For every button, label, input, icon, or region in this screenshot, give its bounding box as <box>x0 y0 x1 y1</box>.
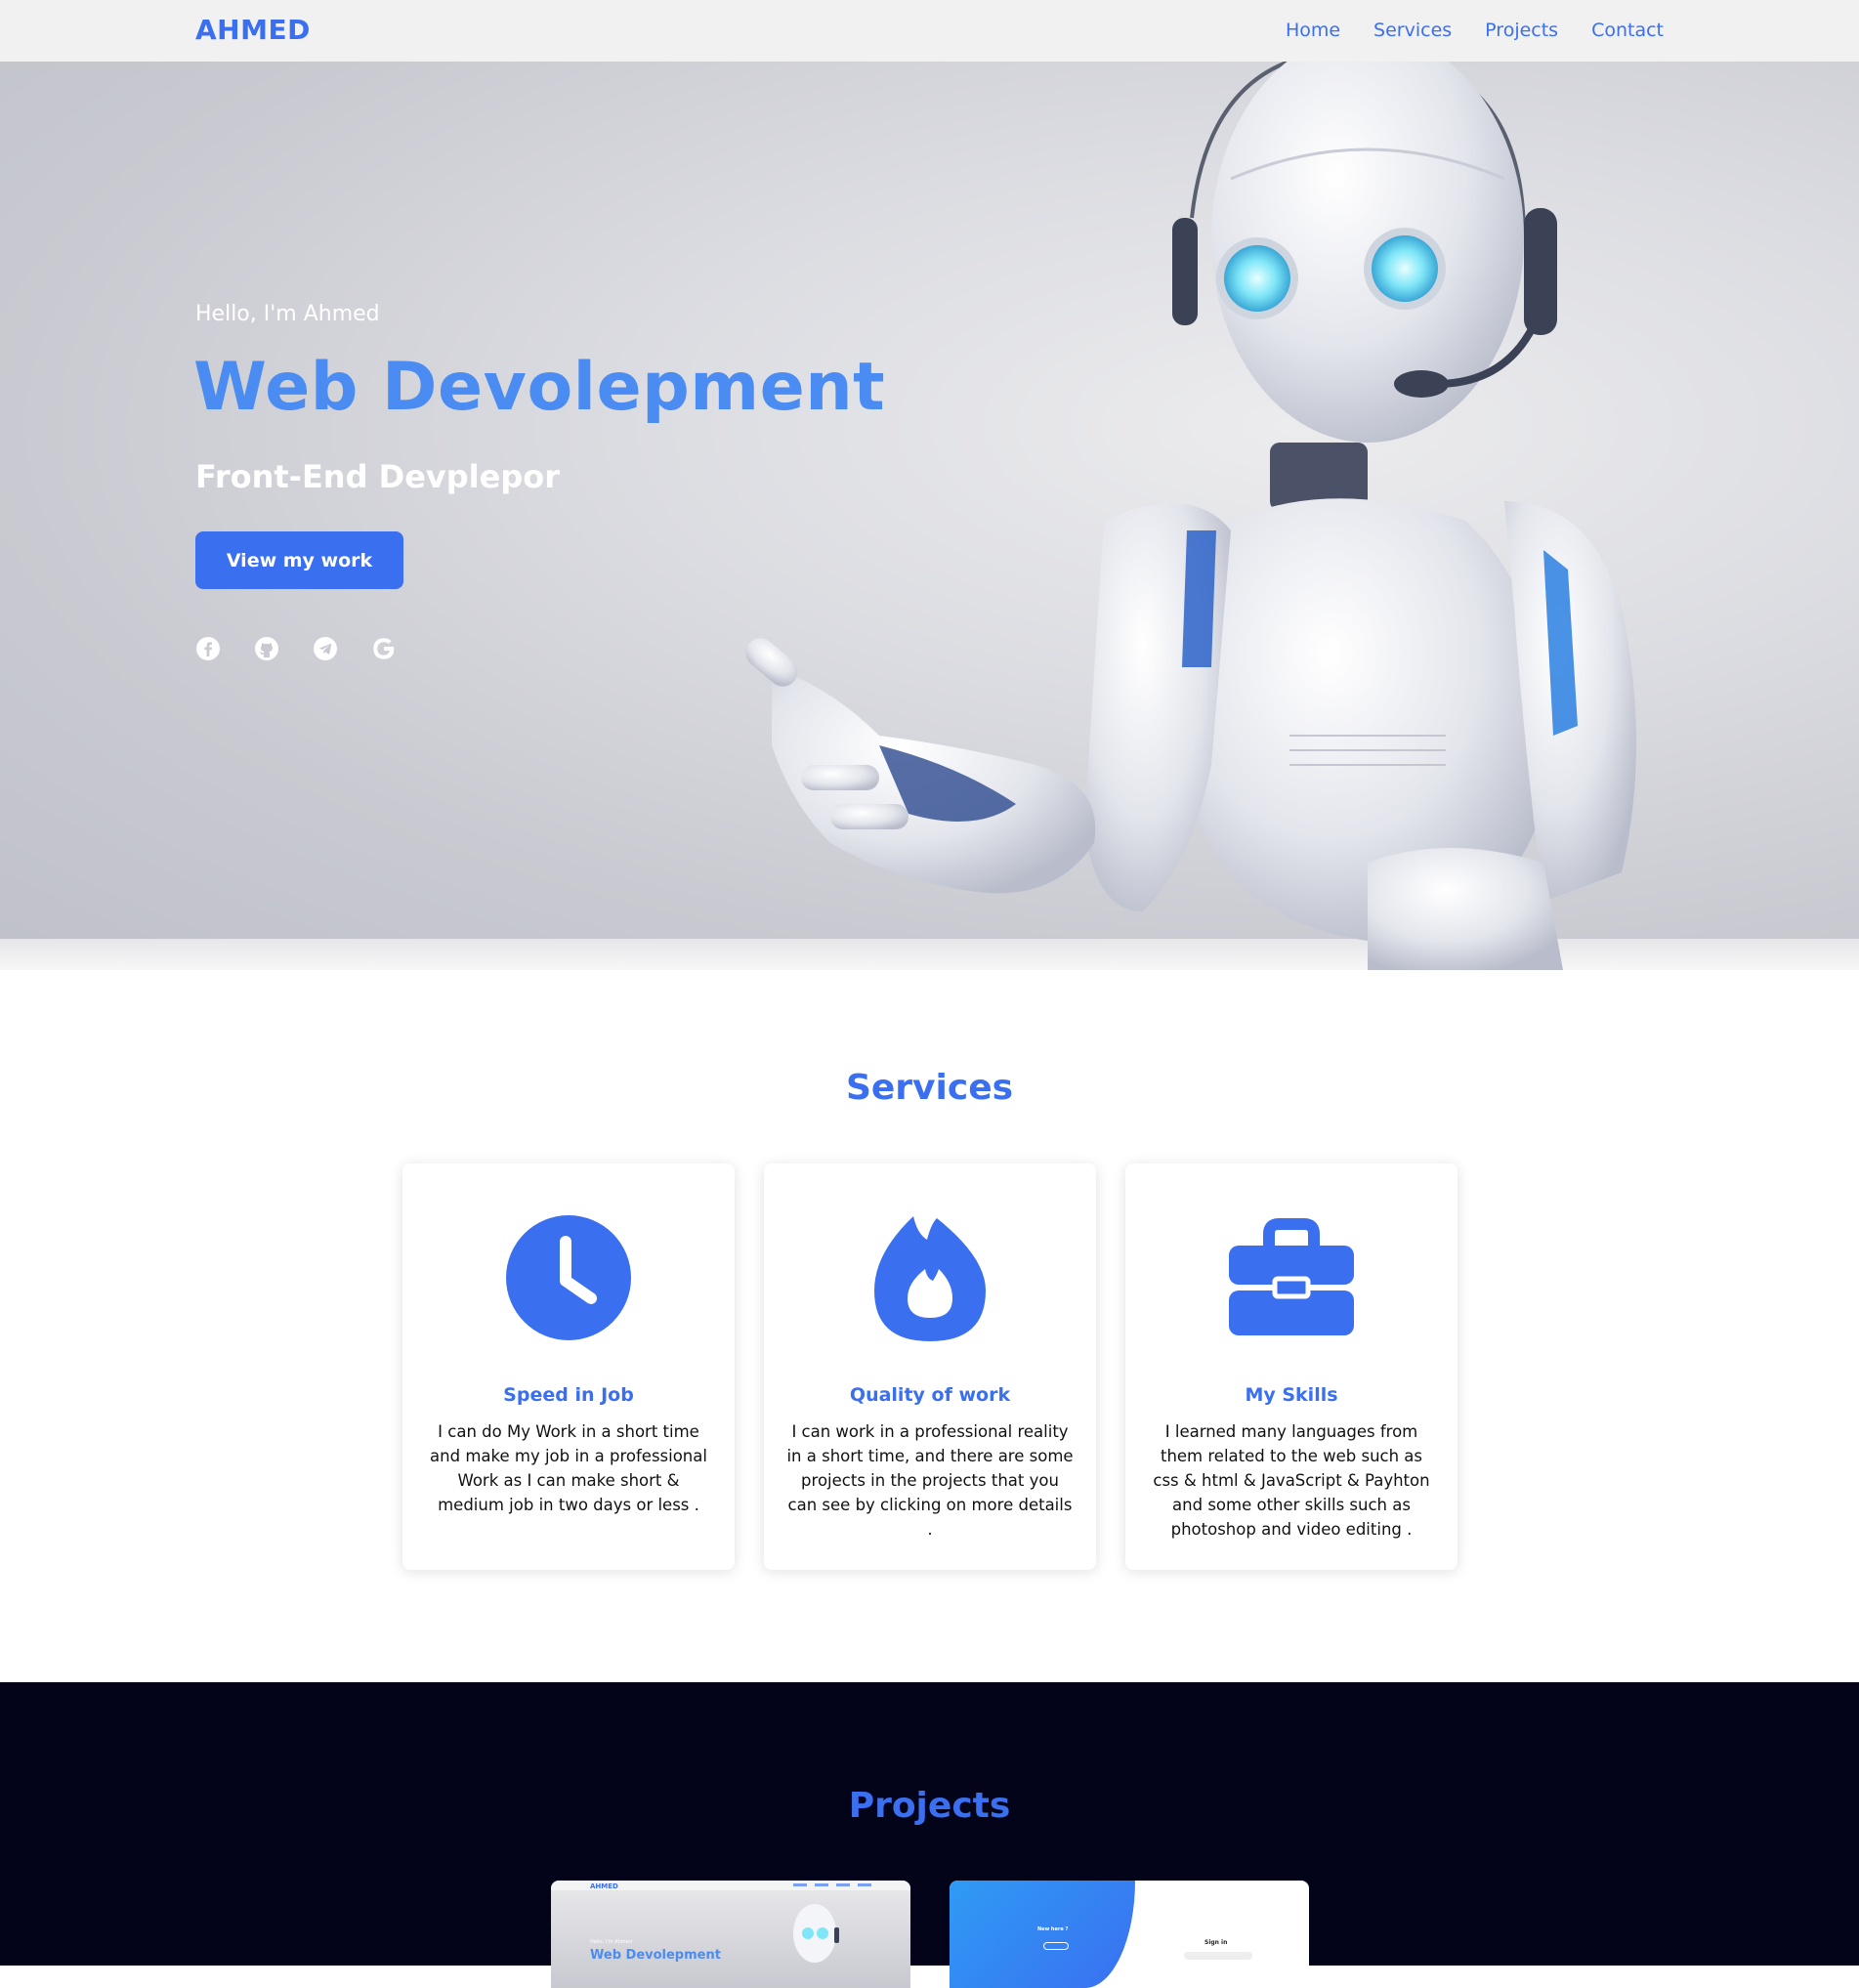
nav-link-projects[interactable]: Projects <box>1485 20 1558 41</box>
brand-logo[interactable]: AHMED <box>195 14 311 46</box>
hero-greeting: Hello, I'm Ahmed <box>195 302 380 326</box>
services-section: Services Speed in Job I can do My Work i… <box>0 970 1859 1682</box>
service-card-title: Quality of work <box>849 1384 1011 1406</box>
nav-link-home[interactable]: Home <box>1286 20 1340 41</box>
thumbnail-greeting: Hello, I'm Ahmed <box>590 1939 632 1945</box>
thumbnail-signup-button <box>1043 1942 1069 1950</box>
projects-title: Projects <box>848 1786 1011 1826</box>
navbar: AHMED Home Services Projects Contact <box>0 0 1859 62</box>
clock-icon <box>506 1215 631 1340</box>
telegram-icon[interactable] <box>313 636 338 661</box>
github-icon[interactable] <box>254 636 279 661</box>
service-cards: Speed in Job I can do My Work in a short… <box>402 1163 1458 1570</box>
social-links <box>195 636 397 661</box>
thumbnail-panel-title: New here ? <box>1037 1926 1069 1932</box>
service-card-title: Speed in Job <box>503 1384 634 1406</box>
service-card-text: I learned many languages from them relat… <box>1153 1422 1430 1539</box>
thumbnail-input-field <box>1184 1952 1252 1960</box>
google-icon[interactable] <box>371 636 397 661</box>
robot-illustration <box>745 62 1636 970</box>
service-card-skills: My Skills I learned many languages from … <box>1125 1163 1458 1570</box>
service-card-text: I can do My Work in a short time and mak… <box>430 1422 707 1514</box>
hero-section: Hello, I'm Ahmed Web Devolepment Front-E… <box>0 62 1859 970</box>
nav-links: Home Services Projects Contact <box>1286 20 1664 41</box>
thumbnail-nav-links <box>793 1883 871 1886</box>
project-thumbnail-signin[interactable]: New here ? Sign in <box>950 1881 1309 1988</box>
project-thumbnail-portfolio[interactable]: AHMED Hello, I'm Ahmed Web Devolepment <box>551 1881 910 1988</box>
facebook-icon[interactable] <box>195 636 221 661</box>
thumbnail-robot-image <box>793 1904 839 1963</box>
thumbnail-brand: AHMED <box>590 1882 618 1890</box>
nav-link-contact[interactable]: Contact <box>1591 20 1664 41</box>
service-card-text: I can work in a professional reality in … <box>786 1422 1074 1539</box>
services-title: Services <box>845 1068 1014 1108</box>
hero-subtitle: Front-End Devplepor <box>195 458 560 495</box>
briefcase-icon <box>1229 1218 1354 1335</box>
service-card-title: My Skills <box>1245 1384 1338 1406</box>
service-card-speed: Speed in Job I can do My Work in a short… <box>402 1163 735 1570</box>
thumbnail-blue-panel <box>950 1881 1135 1988</box>
projects-section: Projects AHMED Hello, I'm Ahmed Web Devo… <box>0 1682 1859 1988</box>
service-card-quality: Quality of work I can work in a professi… <box>764 1163 1096 1570</box>
nav-link-services[interactable]: Services <box>1373 20 1452 41</box>
fire-icon <box>874 1216 986 1341</box>
hero-title: Web Devolepment <box>193 349 886 426</box>
thumbnail-signin-heading: Sign in <box>1204 1939 1228 1946</box>
thumbnail-title: Web Devolepment <box>590 1948 721 1963</box>
view-my-work-button[interactable]: View my work <box>195 531 403 589</box>
